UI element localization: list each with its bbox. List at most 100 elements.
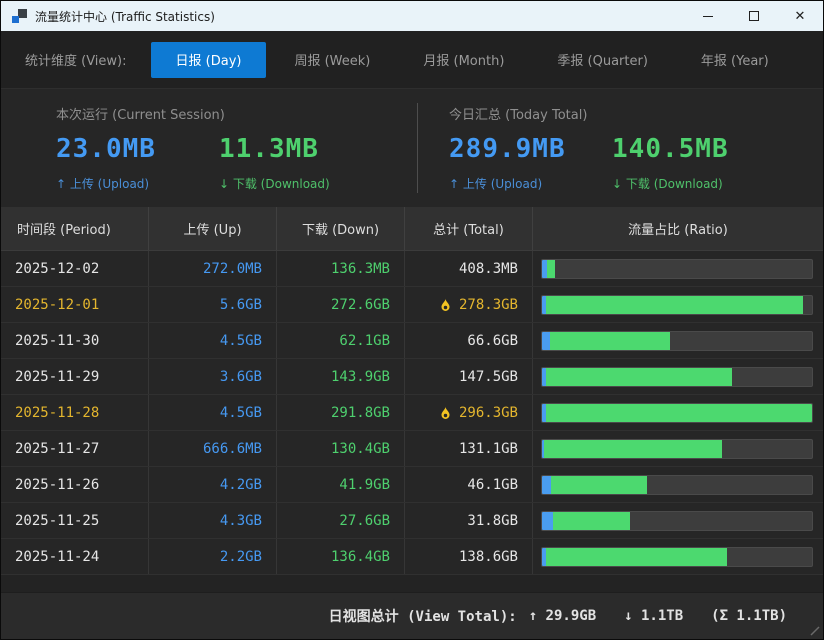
total-value: 46.1GB xyxy=(467,477,518,493)
upload-cell: 2.2GB xyxy=(149,539,277,574)
download-cell: 41.9GB xyxy=(277,467,405,502)
download-bar-segment xyxy=(551,476,648,494)
period-cell: 2025-11-26 xyxy=(1,467,149,502)
minimize-icon xyxy=(703,16,713,17)
stats-divider xyxy=(417,103,418,193)
upload-bar-segment xyxy=(542,512,553,530)
table-row[interactable]: 2025-11-28 4.5GB 291.8GB 296.3GB xyxy=(1,395,823,431)
ratio-bar-track xyxy=(541,439,813,459)
upload-value: 3.6GB xyxy=(220,369,262,385)
upload-cell: 272.0MB xyxy=(149,251,277,286)
table-row[interactable]: 2025-12-01 5.6GB 272.6GB 278.3GB xyxy=(1,287,823,323)
download-cell: 291.8GB xyxy=(277,395,405,430)
download-cell: 27.6GB xyxy=(277,503,405,538)
download-bar-segment xyxy=(553,512,630,530)
hot-flame-icon xyxy=(440,298,451,312)
ratio-bar-track xyxy=(541,475,813,495)
download-value: 291.8GB xyxy=(331,405,390,421)
today-total-label: 今日汇总 (Today Total) xyxy=(449,104,823,123)
download-cell: 130.4GB xyxy=(277,431,405,466)
total-value: 31.8GB xyxy=(467,513,518,529)
upload-bar-segment xyxy=(542,476,551,494)
app-window: 流量统计中心 (Traffic Statistics) ✕ 统计维度 (View… xyxy=(0,0,824,640)
upload-cell: 4.3GB xyxy=(149,503,277,538)
view-tabs: 日报 (Day) 周报 (Week) 月报 (Month) 季报 (Quarte… xyxy=(151,42,797,78)
total-cell: 408.3MB xyxy=(405,251,533,286)
ratio-cell xyxy=(533,359,823,394)
table-row[interactable]: 2025-12-02 272.0MB 136.3MB 408.3MB xyxy=(1,251,823,287)
ratio-cell xyxy=(533,395,823,430)
ratio-cell xyxy=(533,539,823,574)
ratio-bar-track xyxy=(541,331,813,351)
table-row[interactable]: 2025-11-25 4.3GB 27.6GB 31.8GB xyxy=(1,503,823,539)
minimize-button[interactable] xyxy=(685,1,731,31)
download-bar-segment xyxy=(546,296,802,314)
total-cell: 66.6GB xyxy=(405,323,533,358)
view-dimension-label: 统计维度 (View): xyxy=(25,50,127,69)
tab-quarter[interactable]: 季报 (Quarter) xyxy=(532,42,673,78)
close-button[interactable]: ✕ xyxy=(777,1,823,31)
table-row[interactable]: 2025-11-24 2.2GB 136.4GB 138.6GB xyxy=(1,539,823,575)
total-value: 408.3MB xyxy=(459,261,518,277)
total-cell: 31.8GB xyxy=(405,503,533,538)
tab-week[interactable]: 周报 (Week) xyxy=(269,42,395,78)
close-icon: ✕ xyxy=(795,10,806,23)
upload-cell: 4.5GB xyxy=(149,395,277,430)
download-bar-segment xyxy=(546,404,812,422)
total-value: 278.3GB xyxy=(459,297,518,313)
tab-year[interactable]: 年报 (Year) xyxy=(676,42,794,78)
download-value: 130.4GB xyxy=(331,441,390,457)
today-download-stat: 140.5MB ↓ 下载 (Download) xyxy=(612,134,775,192)
upload-value: 2.2GB xyxy=(220,549,262,565)
total-cell: 147.5GB xyxy=(405,359,533,394)
today-download-caption: ↓ 下载 (Download) xyxy=(612,175,775,192)
download-cell: 136.3MB xyxy=(277,251,405,286)
download-cell: 62.1GB xyxy=(277,323,405,358)
upload-cell: 666.6MB xyxy=(149,431,277,466)
download-value: 136.3MB xyxy=(331,261,390,277)
table-row[interactable]: 2025-11-30 4.5GB 62.1GB 66.6GB xyxy=(1,323,823,359)
ratio-bar-track xyxy=(541,403,813,423)
upload-bar-segment xyxy=(542,332,550,350)
period-cell: 2025-12-01 xyxy=(1,287,149,322)
titlebar[interactable]: 流量统计中心 (Traffic Statistics) ✕ xyxy=(1,1,823,31)
total-value: 138.6GB xyxy=(459,549,518,565)
current-session-panel: 本次运行 (Current Session) 23.0MB ↑ 上传 (Uplo… xyxy=(1,89,412,207)
today-upload-value: 289.9MB xyxy=(449,134,612,164)
total-value: 131.1GB xyxy=(459,441,518,457)
today-total-panel: 今日汇总 (Today Total) 289.9MB ↑ 上传 (Upload)… xyxy=(412,89,823,207)
ratio-cell xyxy=(533,503,823,538)
ratio-bar-track xyxy=(541,367,813,387)
table-row[interactable]: 2025-11-29 3.6GB 143.9GB 147.5GB xyxy=(1,359,823,395)
upload-value: 666.6MB xyxy=(203,441,262,457)
total-value: 147.5GB xyxy=(459,369,518,385)
session-upload-value: 23.0MB xyxy=(56,134,219,164)
period-cell: 2025-11-27 xyxy=(1,431,149,466)
session-download-stat: 11.3MB ↓ 下载 (Download) xyxy=(219,134,382,192)
upload-value: 4.5GB xyxy=(220,405,262,421)
resize-grip[interactable] xyxy=(810,626,820,636)
upload-value: 4.3GB xyxy=(220,513,262,529)
download-value: 27.6GB xyxy=(339,513,390,529)
session-upload-caption: ↑ 上传 (Upload) xyxy=(56,175,219,192)
footer-bar: 日视图总计 (View Total): ↑ 29.9GB ↓ 1.1TB (Σ … xyxy=(1,592,823,639)
tab-month[interactable]: 月报 (Month) xyxy=(398,42,529,78)
stats-strip: 本次运行 (Current Session) 23.0MB ↑ 上传 (Uplo… xyxy=(1,89,823,207)
table-row[interactable]: 2025-11-26 4.2GB 41.9GB 46.1GB xyxy=(1,467,823,503)
period-cell: 2025-11-28 xyxy=(1,395,149,430)
period-cell: 2025-11-24 xyxy=(1,539,149,574)
ratio-cell xyxy=(533,323,823,358)
table-row[interactable]: 2025-11-27 666.6MB 130.4GB 131.1GB xyxy=(1,431,823,467)
tab-day[interactable]: 日报 (Day) xyxy=(151,42,267,78)
total-cell: 46.1GB xyxy=(405,467,533,502)
upload-cell: 3.6GB xyxy=(149,359,277,394)
today-upload-caption: ↑ 上传 (Upload) xyxy=(449,175,612,192)
period-cell: 2025-11-25 xyxy=(1,503,149,538)
ratio-bar-track xyxy=(541,511,813,531)
maximize-button[interactable] xyxy=(731,1,777,31)
upload-cell: 4.2GB xyxy=(149,467,277,502)
ratio-cell xyxy=(533,287,823,322)
session-upload-stat: 23.0MB ↑ 上传 (Upload) xyxy=(56,134,219,192)
view-tabbar: 统计维度 (View): 日报 (Day) 周报 (Week) 月报 (Mont… xyxy=(1,31,823,89)
footer-download-total: ↓ 1.1TB xyxy=(624,608,683,624)
